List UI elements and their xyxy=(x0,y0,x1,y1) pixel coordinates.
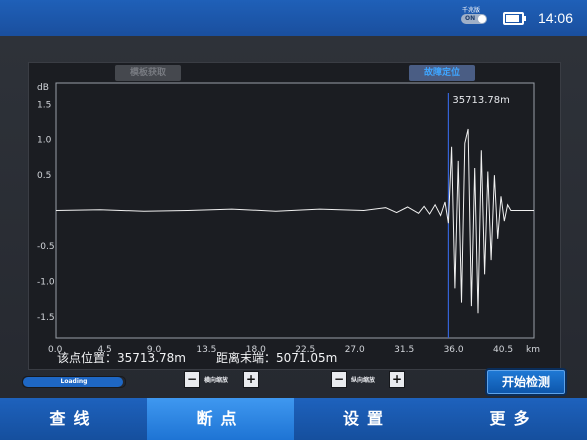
x-tick-label: 36.0 xyxy=(444,345,464,355)
v-zoom-out-button[interactable]: − xyxy=(331,371,347,388)
nav-tab-settings[interactable]: 设置 xyxy=(294,398,440,440)
v-zoom-in-button[interactable]: + xyxy=(389,371,405,388)
nav-tab-more[interactable]: 更多 xyxy=(440,398,587,440)
end-distance-value: 5071.05m xyxy=(276,351,338,365)
toggle-knob xyxy=(478,15,486,23)
point-position-label: 该点位置： xyxy=(57,351,118,365)
y-tick-label: -1.5 xyxy=(37,313,55,323)
control-row: Loading − 横向缩放 + − 纵向缩放 + 开始检测 xyxy=(0,368,587,396)
toggle-text: ON xyxy=(465,15,476,22)
main-content: 模板获取 故障定位 dB 1.5 1.0 0.5 -0.5 -1.0 -1.5 0.0 4.5… xyxy=(0,36,587,398)
status-bar: 千兆版 ON 14:06 xyxy=(0,0,587,36)
h-zoom-label: 横向缩放 xyxy=(204,377,229,384)
x-tick-label: 31.5 xyxy=(394,345,414,355)
x-tick-label: km xyxy=(526,345,540,355)
y-tick-label: dB xyxy=(37,83,49,93)
x-tick-label: 13.5 xyxy=(196,345,216,355)
cursor-label: 35713.78m xyxy=(452,95,509,106)
nav-tab-line-check[interactable]: 查线 xyxy=(0,398,147,440)
x-tick-label: 40.5 xyxy=(493,345,513,355)
point-position-value: 35713.78m xyxy=(117,351,186,365)
y-tick-label: -1.0 xyxy=(37,277,55,287)
x-tick-label: 27.0 xyxy=(345,345,365,355)
y-tick-label: -0.5 xyxy=(37,242,55,252)
y-tick-label: 1.0 xyxy=(37,136,52,146)
status-time: 14:06 xyxy=(537,10,573,26)
y-tick-label: 1.5 xyxy=(37,100,51,110)
end-distance-label: 距离末端： xyxy=(216,351,277,365)
y-tick-label: 0.5 xyxy=(37,171,51,181)
waveform-chart[interactable]: dB1.51.00.5-0.5-1.0-1.5 0.0 4.5 9.0 13.5 18.… xyxy=(29,63,560,369)
waveform-trace xyxy=(55,128,534,314)
battery-fill xyxy=(506,15,519,22)
point-position-info: 该点位置：35713.78m xyxy=(57,349,186,366)
start-detection-button[interactable]: 开始检测 xyxy=(485,368,567,396)
bottom-nav: 查线 断点 设置 更多 xyxy=(0,398,587,440)
loading-text: Loading xyxy=(60,378,88,385)
battery-icon xyxy=(503,12,526,25)
h-zoom-out-button[interactable]: − xyxy=(184,371,200,388)
h-zoom-in-button[interactable]: + xyxy=(243,371,259,388)
v-zoom-label: 纵向缩放 xyxy=(351,377,376,384)
chart-panel: 模板获取 故障定位 dB 1.5 1.0 0.5 -0.5 -1.0 -1.5 0.0 4.5… xyxy=(28,62,561,370)
gigabit-toggle[interactable]: ON xyxy=(461,14,487,24)
loading-progress-bar: Loading xyxy=(22,376,126,388)
gigabit-label: 千兆版 xyxy=(462,7,481,14)
end-distance-info: 距离末端：5071.05m xyxy=(216,349,337,366)
nav-tab-breakpoint[interactable]: 断点 xyxy=(147,398,294,440)
